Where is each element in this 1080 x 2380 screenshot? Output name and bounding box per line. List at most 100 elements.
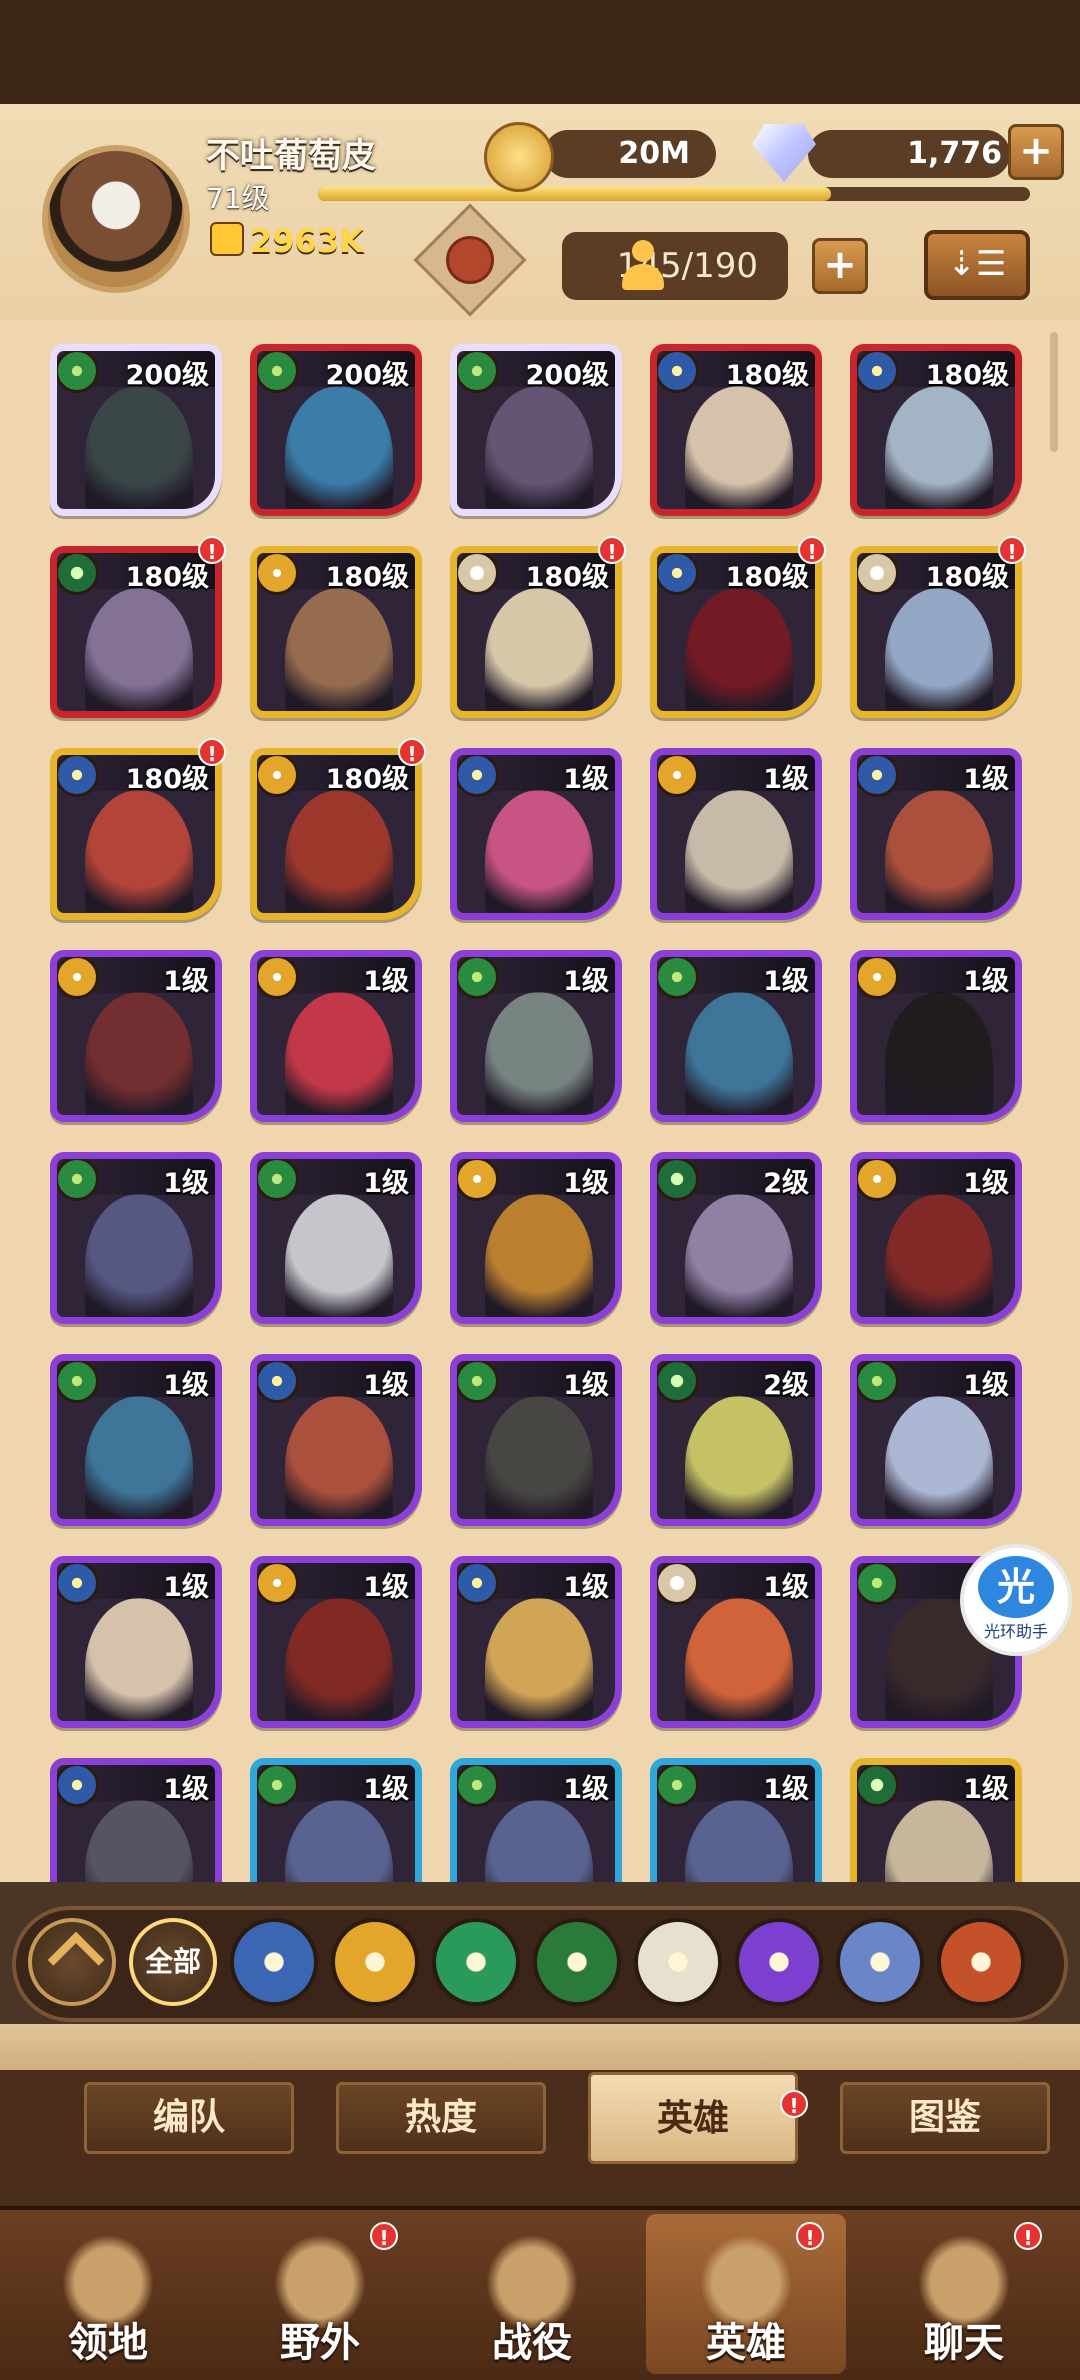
hero-level: 200级 <box>325 360 409 391</box>
hero-card[interactable]: 1级 <box>450 748 622 920</box>
hero-card[interactable]: 1级 <box>650 950 822 1122</box>
hero-card[interactable]: 1级 <box>50 950 222 1122</box>
hero-level: 180级 <box>725 360 809 391</box>
nav-sword-shield[interactable]: 战役 <box>432 2214 632 2374</box>
faction-icon <box>257 553 299 595</box>
faction-icon <box>857 1361 899 1403</box>
hero-level: 200级 <box>125 360 209 391</box>
filter-celestial-button[interactable] <box>634 1918 722 2006</box>
assistant-widget[interactable]: 光 光环助手 <box>960 1544 1072 1656</box>
hero-card[interactable]: 1级 <box>50 1152 222 1324</box>
hero-card[interactable]: 2级 <box>650 1354 822 1526</box>
nav-castle[interactable]: 领地 <box>8 2214 208 2374</box>
hero-portrait <box>685 1799 793 1882</box>
hero-card[interactable]: 1级 <box>250 1354 422 1526</box>
sun-emblem-icon <box>335 1922 415 2002</box>
hero-level: 1级 <box>163 1168 209 1199</box>
hero-portrait <box>285 991 393 1115</box>
hero-card[interactable]: 180级 <box>50 748 222 920</box>
filter-lightbearer-button[interactable] <box>230 1918 318 2006</box>
hero-card[interactable]: 180级 <box>650 344 822 516</box>
sub-tab-1[interactable]: 热度 <box>336 2082 546 2154</box>
filter-all-button[interactable]: 全部 <box>129 1918 217 2006</box>
sub-tab-0[interactable]: 编队 <box>84 2082 294 2154</box>
hero-card[interactable]: 1级 <box>850 1758 1022 1882</box>
sub-tab-2[interactable]: 英雄 <box>588 2072 798 2164</box>
hero-capacity: 145/190 <box>562 232 788 300</box>
hero-portrait <box>885 991 993 1115</box>
hero-card[interactable]: 1级 <box>450 950 622 1122</box>
hero-card[interactable]: 1级 <box>450 1758 622 1882</box>
hero-level: 1级 <box>763 1774 809 1805</box>
add-diamonds-button[interactable]: + <box>1008 124 1064 180</box>
hero-card[interactable]: 180级 <box>650 546 822 718</box>
hero-portrait <box>685 1395 793 1519</box>
hero-card[interactable]: 1级 <box>650 1758 822 1882</box>
player-avatar[interactable] <box>42 145 190 293</box>
faction-icon <box>457 1765 499 1807</box>
combat-power-value: 2963K <box>250 222 364 260</box>
sub-tab-3[interactable]: 图鉴 <box>840 2082 1050 2154</box>
hero-card[interactable]: 180级 <box>250 546 422 718</box>
hero-card[interactable]: 1级 <box>850 1152 1022 1324</box>
hero-card[interactable]: 180级 <box>850 546 1022 718</box>
hero-card[interactable]: 1级 <box>250 1758 422 1882</box>
hero-card[interactable]: 1级 <box>50 1758 222 1882</box>
faction-icon <box>657 957 699 999</box>
hero-level: 1级 <box>363 966 409 997</box>
hero-card[interactable]: 1级 <box>450 1556 622 1728</box>
hero-portrait <box>485 789 593 913</box>
player-name: 不吐葡萄皮 <box>206 136 376 176</box>
hero-card[interactable]: 1级 <box>250 1152 422 1324</box>
hero-level: 180级 <box>925 562 1009 593</box>
guild-emblem-icon[interactable] <box>412 203 527 317</box>
filter-hypogean-button[interactable] <box>735 1918 823 2006</box>
filter-graveborn-button[interactable] <box>533 1918 621 2006</box>
faction-icon <box>657 1159 699 1201</box>
alert-badge: ! <box>998 536 1026 564</box>
hero-card[interactable]: 1级 <box>850 1354 1022 1526</box>
hero-card[interactable]: 1级 <box>650 1556 822 1728</box>
hero-card[interactable]: 1级 <box>250 1556 422 1728</box>
hero-card[interactable]: 200级 <box>250 344 422 516</box>
expand-capacity-button[interactable]: + <box>812 238 868 294</box>
hero-card[interactable]: 200级 <box>450 344 622 516</box>
hero-portrait <box>485 1799 593 1882</box>
filter-dragon-button[interactable] <box>937 1918 1025 2006</box>
hero-portrait <box>285 587 393 711</box>
faction-icon <box>257 1159 299 1201</box>
hero-level: 180级 <box>725 562 809 593</box>
hero-card[interactable]: 180级 <box>450 546 622 718</box>
hero-portrait <box>685 991 793 1115</box>
hero-card[interactable]: 1级 <box>50 1556 222 1728</box>
hero-card[interactable]: 180级 <box>50 546 222 718</box>
hero-card[interactable]: 1级 <box>450 1152 622 1324</box>
faction-icon <box>457 1361 499 1403</box>
hero-card[interactable]: 1级 <box>250 950 422 1122</box>
hero-card[interactable]: 200级 <box>50 344 222 516</box>
sort-button[interactable]: ⇣☰ <box>924 230 1030 300</box>
faction-icon <box>57 553 99 595</box>
filter-dimensional-button[interactable] <box>836 1918 924 2006</box>
hero-level: 1级 <box>963 1774 1009 1805</box>
grid-scrollbar[interactable] <box>1050 332 1058 452</box>
hero-card[interactable]: 1级 <box>450 1354 622 1526</box>
hero-card[interactable]: 1级 <box>50 1354 222 1526</box>
compass-star-icon <box>234 1922 314 2002</box>
hero-card[interactable]: 1级 <box>650 748 822 920</box>
hero-portrait <box>885 1193 993 1317</box>
filter-mauler-button[interactable] <box>331 1918 419 2006</box>
faction-icon <box>457 957 499 999</box>
starburst-icon <box>638 1922 718 2002</box>
hero-card[interactable]: 1级 <box>850 748 1022 920</box>
faction-icon <box>457 553 499 595</box>
hero-card[interactable]: 2级 <box>650 1152 822 1324</box>
hero-count-icon <box>620 240 664 292</box>
hero-card[interactable]: 1级 <box>850 950 1022 1122</box>
nav-label: 英雄 <box>706 2320 786 2366</box>
hero-card[interactable]: 180级 <box>250 748 422 920</box>
filter-wilder-button[interactable] <box>432 1918 520 2006</box>
collapse-filter-button[interactable] <box>28 1918 116 2006</box>
fist-icon <box>210 222 244 256</box>
hero-card[interactable]: 180级 <box>850 344 1022 516</box>
